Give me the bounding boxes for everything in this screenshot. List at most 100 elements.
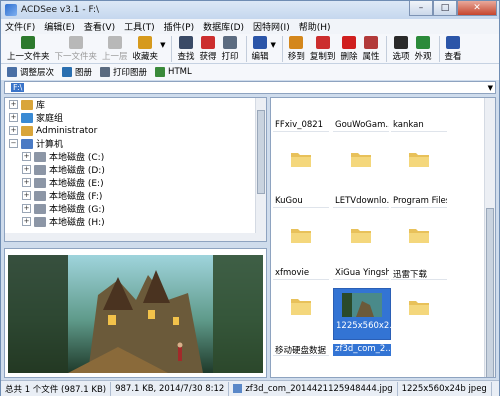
toolbar-button-10[interactable]: 删除: [340, 34, 357, 62]
toolbar-button-label: 下一文件夹: [54, 52, 98, 62]
toolbar-button-label: 编辑: [251, 52, 269, 62]
file-tile-name: XiGua Yingshi: [333, 268, 389, 280]
toolbar2-button-0[interactable]: 调整层次: [7, 66, 54, 78]
toolbar-button-4[interactable]: 查找: [177, 34, 194, 62]
toolbar-button-label: 外观: [414, 52, 432, 62]
tree-expander-icon[interactable]: +: [22, 204, 31, 213]
toolbar2-button-label: HTML: [168, 67, 192, 77]
selected-image-thumbnail[interactable]: 1225x560x2...: [333, 288, 397, 340]
tree-item[interactable]: + 本地磁盘 (C:): [5, 150, 266, 163]
move-icon: [289, 36, 304, 49]
tree-item[interactable]: + 库: [5, 98, 266, 111]
toolbar2-button-3[interactable]: HTML: [155, 67, 192, 77]
toolbar-button-5[interactable]: 获得: [199, 34, 216, 62]
toolbar-button-12[interactable]: 选项: [392, 34, 409, 62]
file-list-scrollbar[interactable]: [484, 98, 495, 377]
tree-item-label: 计算机: [36, 140, 64, 150]
tree-item[interactable]: + 本地磁盘 (G:): [5, 202, 266, 215]
tree-expander-icon[interactable]: +: [22, 165, 31, 174]
menu-edit[interactable]: 编辑(E): [44, 20, 75, 33]
tree-scroll-thumb[interactable]: [257, 110, 265, 194]
toolbar-button-9[interactable]: 复制到: [309, 34, 336, 62]
tree-expander-icon[interactable]: +: [9, 100, 18, 109]
tree-item-label: 本地磁盘 (D:): [49, 166, 105, 176]
image-preview-pane: [4, 248, 267, 378]
address-value[interactable]: F:\: [11, 83, 25, 92]
toolbar-button-8[interactable]: 移到: [288, 34, 305, 62]
image-caption: 1225x560x2...: [336, 321, 398, 331]
drive-icon: [34, 151, 46, 162]
window-title: ACDSee v3.1 - F:\: [21, 5, 100, 15]
menu-file[interactable]: 文件(F): [5, 20, 35, 33]
tree-horizontal-scrollbar[interactable]: [5, 233, 257, 241]
chevron-down-icon[interactable]: ▼: [271, 41, 276, 49]
address-bar[interactable]: F:\ ▼: [4, 81, 496, 94]
tree-expander-icon[interactable]: +: [22, 178, 31, 187]
toolbar-button-label: 查看: [444, 52, 462, 62]
user-folder-icon: [21, 125, 33, 136]
drive-icon: [34, 203, 46, 214]
appearance-icon: [415, 36, 430, 49]
tree-item[interactable]: + 本地磁盘 (E:): [5, 176, 266, 189]
tree-item-label: 本地磁盘 (H:): [49, 218, 105, 228]
file-tile-name: zf3d_com_2...: [333, 344, 391, 356]
edit-icon: [253, 36, 267, 49]
menu-plugins[interactable]: 插件(P): [164, 20, 194, 33]
file-list: FFxiv_0821 GouWoGam... kankan KuGou LETVdown…: [270, 97, 496, 378]
html-icon: [155, 67, 166, 77]
tree-scrollbar[interactable]: [255, 98, 266, 241]
toolbar-button-7[interactable]: 编辑: [252, 34, 269, 62]
toolbar-button-label: 收藏夹: [132, 52, 159, 62]
toolbar-button-3[interactable]: 收藏夹: [132, 34, 159, 62]
tree-item[interactable]: + 本地磁盘 (F:): [5, 189, 266, 202]
menu-tools[interactable]: 工具(T): [124, 20, 155, 33]
menu-help[interactable]: 帮助(H): [299, 20, 331, 33]
tree-expander-icon[interactable]: +: [22, 217, 31, 226]
toolbar-button-2[interactable]: 上一层: [102, 34, 128, 62]
toolbar-button-11[interactable]: 属性: [362, 34, 379, 62]
toolbar-button-6[interactable]: 打印: [221, 34, 239, 62]
close-button[interactable]: ✕: [457, 1, 497, 16]
toolbar2-button-1[interactable]: 图册: [62, 66, 92, 78]
menu-internet[interactable]: 因特网(I): [253, 20, 290, 33]
toolbar2-button-2[interactable]: 打印图册: [100, 66, 147, 78]
toolbar-button-label: 上一文件夹: [7, 52, 50, 62]
toolbar-button-1[interactable]: 下一文件夹: [54, 34, 98, 62]
file-list-scroll-thumb[interactable]: [486, 208, 494, 377]
tree-item[interactable]: + 本地磁盘 (H:): [5, 215, 266, 228]
chevron-down-icon[interactable]: ▼: [488, 84, 493, 92]
options-icon: [393, 36, 408, 49]
tree-item[interactable]: − 计算机: [5, 137, 266, 150]
toolbar-button-13[interactable]: 外观: [414, 34, 432, 62]
tree-expander-icon[interactable]: +: [9, 126, 18, 135]
folder-icon: [291, 299, 311, 313]
menu-view[interactable]: 查看(V): [84, 20, 115, 33]
status-summary: 总共 1 个文件 (987.1 KB): [1, 381, 112, 396]
tree-item-label: 本地磁盘 (C:): [49, 153, 105, 163]
tree-expander-icon[interactable]: +: [22, 152, 31, 161]
minimize-button[interactable]: –: [409, 1, 433, 16]
tree-expander-icon[interactable]: +: [9, 113, 18, 122]
maximize-button[interactable]: □: [433, 1, 457, 16]
tree-expander-icon[interactable]: +: [22, 191, 31, 200]
toolbar-button-14[interactable]: 查看: [445, 34, 462, 62]
tree-item-label: Administrator: [36, 125, 98, 136]
image-thumbnail-icon: [342, 293, 382, 317]
toolbar2-button-label: 打印图册: [113, 68, 148, 78]
tree-item[interactable]: + Administrator: [5, 124, 266, 137]
tree-item-label: 本地磁盘 (G:): [49, 205, 105, 215]
folder-next-icon: [68, 36, 83, 49]
favorites-icon: [138, 36, 153, 49]
tree-item[interactable]: + 本地磁盘 (D:): [5, 163, 266, 176]
folder-icon: [409, 229, 429, 243]
file-tile-name: FFxiv_0821: [273, 120, 329, 132]
toolbar-button-0[interactable]: 上一文件夹: [7, 34, 50, 62]
folder-icon: [291, 229, 311, 243]
tree-expander-icon[interactable]: −: [9, 139, 18, 148]
tree-item[interactable]: + 家庭组: [5, 111, 266, 124]
menu-database[interactable]: 数据库(D): [203, 20, 244, 33]
acdsee-app-icon: [5, 4, 17, 16]
toolbar-button-label: 复制到: [309, 52, 336, 62]
drive-icon: [34, 216, 46, 227]
chevron-down-icon[interactable]: ▼: [160, 41, 165, 49]
